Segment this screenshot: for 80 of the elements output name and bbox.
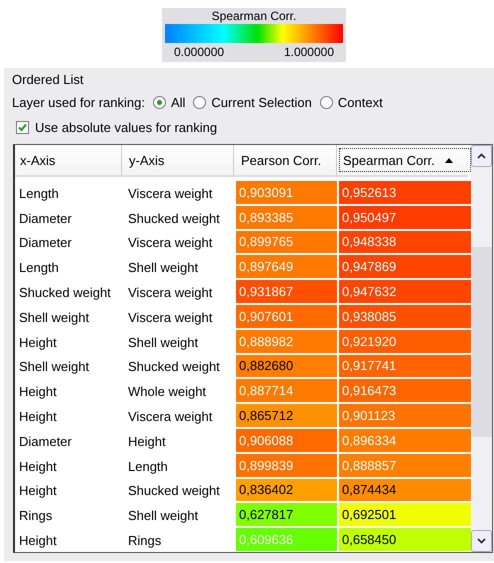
table-cell-text: Height xyxy=(127,432,167,451)
table-cell: 0,906088 xyxy=(236,428,337,452)
table-cell: 0,893385 xyxy=(236,206,337,229)
table-cell-text: Rings xyxy=(18,507,54,526)
table-cell-text: Height xyxy=(18,383,58,402)
table-cell: 0,896334 xyxy=(339,428,471,452)
table-cell-text: Length xyxy=(127,458,169,476)
legend-title: Spearman Corr. xyxy=(212,9,296,24)
table-cell: 0,931867 xyxy=(236,280,337,303)
table-cell: 0,627817 xyxy=(236,503,337,526)
table-cell-text: Length xyxy=(18,184,60,203)
table-cell-text: Height xyxy=(18,408,58,426)
table-cell: 0,887714 xyxy=(236,379,337,402)
scroll-up-button[interactable] xyxy=(471,145,492,167)
table-cell: 0,882680 xyxy=(236,354,337,378)
table-cell-text: Viscera weight xyxy=(127,234,214,252)
table-cell: 0,899839 xyxy=(236,454,337,477)
table-cell: 0,947869 xyxy=(339,255,471,278)
absolute-values-checkbox[interactable]: Use absolute values for ranking xyxy=(16,114,494,140)
table-cell-text: Height xyxy=(18,482,58,500)
scrollbar[interactable] xyxy=(471,145,492,552)
table-cell-text: Length xyxy=(18,259,60,278)
table-cell-text: Viscera weight xyxy=(127,184,214,203)
table-cell: 0,888982 xyxy=(236,330,337,353)
table-cell-text: Diameter xyxy=(18,432,73,451)
table-cell: 0,899765 xyxy=(236,230,337,254)
table-cell: 0,692501 xyxy=(339,503,471,526)
table-cell-text: Shucked weight xyxy=(127,482,221,500)
legend-min-label: 0.000000 xyxy=(174,45,224,59)
table-cell-text: Shucked weight xyxy=(18,284,112,302)
table-cell: 0,888857 xyxy=(339,454,471,477)
table-cell: 0,921920 xyxy=(339,330,471,353)
table-cell-text: Viscera weight xyxy=(127,284,214,302)
table-cell-text: Shell weight xyxy=(18,308,90,327)
table-cell-text: Whole weight xyxy=(127,383,208,402)
table-cell: 0,836402 xyxy=(236,478,337,502)
table-cell: 0,916473 xyxy=(339,379,471,402)
caret-up-icon xyxy=(477,153,486,159)
table-cell-text: Viscera weight xyxy=(127,408,214,426)
table-cell-text: Shell weight xyxy=(18,358,90,376)
check-icon xyxy=(17,122,28,132)
table-cell: 0,917741 xyxy=(339,354,471,378)
table-cell-text: Shell weight xyxy=(127,259,200,278)
column-header[interactable]: y-Axis xyxy=(124,145,234,175)
table-cell: 0,874434 xyxy=(339,478,471,502)
table-cell: 0,948338 xyxy=(339,230,471,254)
scroll-down-button[interactable] xyxy=(471,530,492,552)
table-cell: 0,903091 xyxy=(236,181,337,204)
radio-option[interactable]: Current Selection xyxy=(193,94,312,110)
table-cell-text: Shucked weight xyxy=(127,210,221,228)
table-cell: 0,609636 xyxy=(236,528,337,551)
table-cell-text: Height xyxy=(18,458,58,476)
panel-title: Ordered List xyxy=(12,72,85,89)
table-cell-text: Shell weight xyxy=(127,507,200,526)
caret-down-icon xyxy=(477,538,486,544)
table-cell: 0,897649 xyxy=(236,255,337,278)
table-cell-text: Shell weight xyxy=(127,334,200,352)
table-cell-text: Diameter xyxy=(18,210,73,228)
table-cell: 0,950497 xyxy=(339,206,471,229)
legend-max-label: 1.000000 xyxy=(284,45,334,59)
table-cell: 0,901123 xyxy=(339,404,471,427)
radio-option[interactable]: Context xyxy=(320,94,383,110)
table-cell-text: Shucked weight xyxy=(127,358,221,376)
table-cell: 0,952613 xyxy=(339,181,471,204)
table-cell-text: Diameter xyxy=(18,234,73,252)
column-header[interactable]: x-Axis xyxy=(15,145,122,175)
ranking-layer-label: Layer used for ranking: xyxy=(12,94,145,110)
table-cell: 0,907601 xyxy=(236,304,337,328)
table-cell: 0,865712 xyxy=(236,404,337,427)
table-cell: 0,658450 xyxy=(339,528,471,551)
column-header[interactable]: Pearson Corr. xyxy=(236,145,337,175)
sort-ascending-icon xyxy=(444,158,453,162)
scroll-thumb[interactable] xyxy=(471,247,492,437)
table-cell: 0,947632 xyxy=(339,280,471,303)
table-cell-text: Viscera weight xyxy=(127,308,214,327)
table-cell: 0,938085 xyxy=(339,304,471,328)
radio-option[interactable]: All xyxy=(152,94,186,110)
table-cell-text: Height xyxy=(18,334,58,352)
table-cell-text: Rings xyxy=(127,532,162,550)
table-cell-text: Height xyxy=(18,532,58,550)
